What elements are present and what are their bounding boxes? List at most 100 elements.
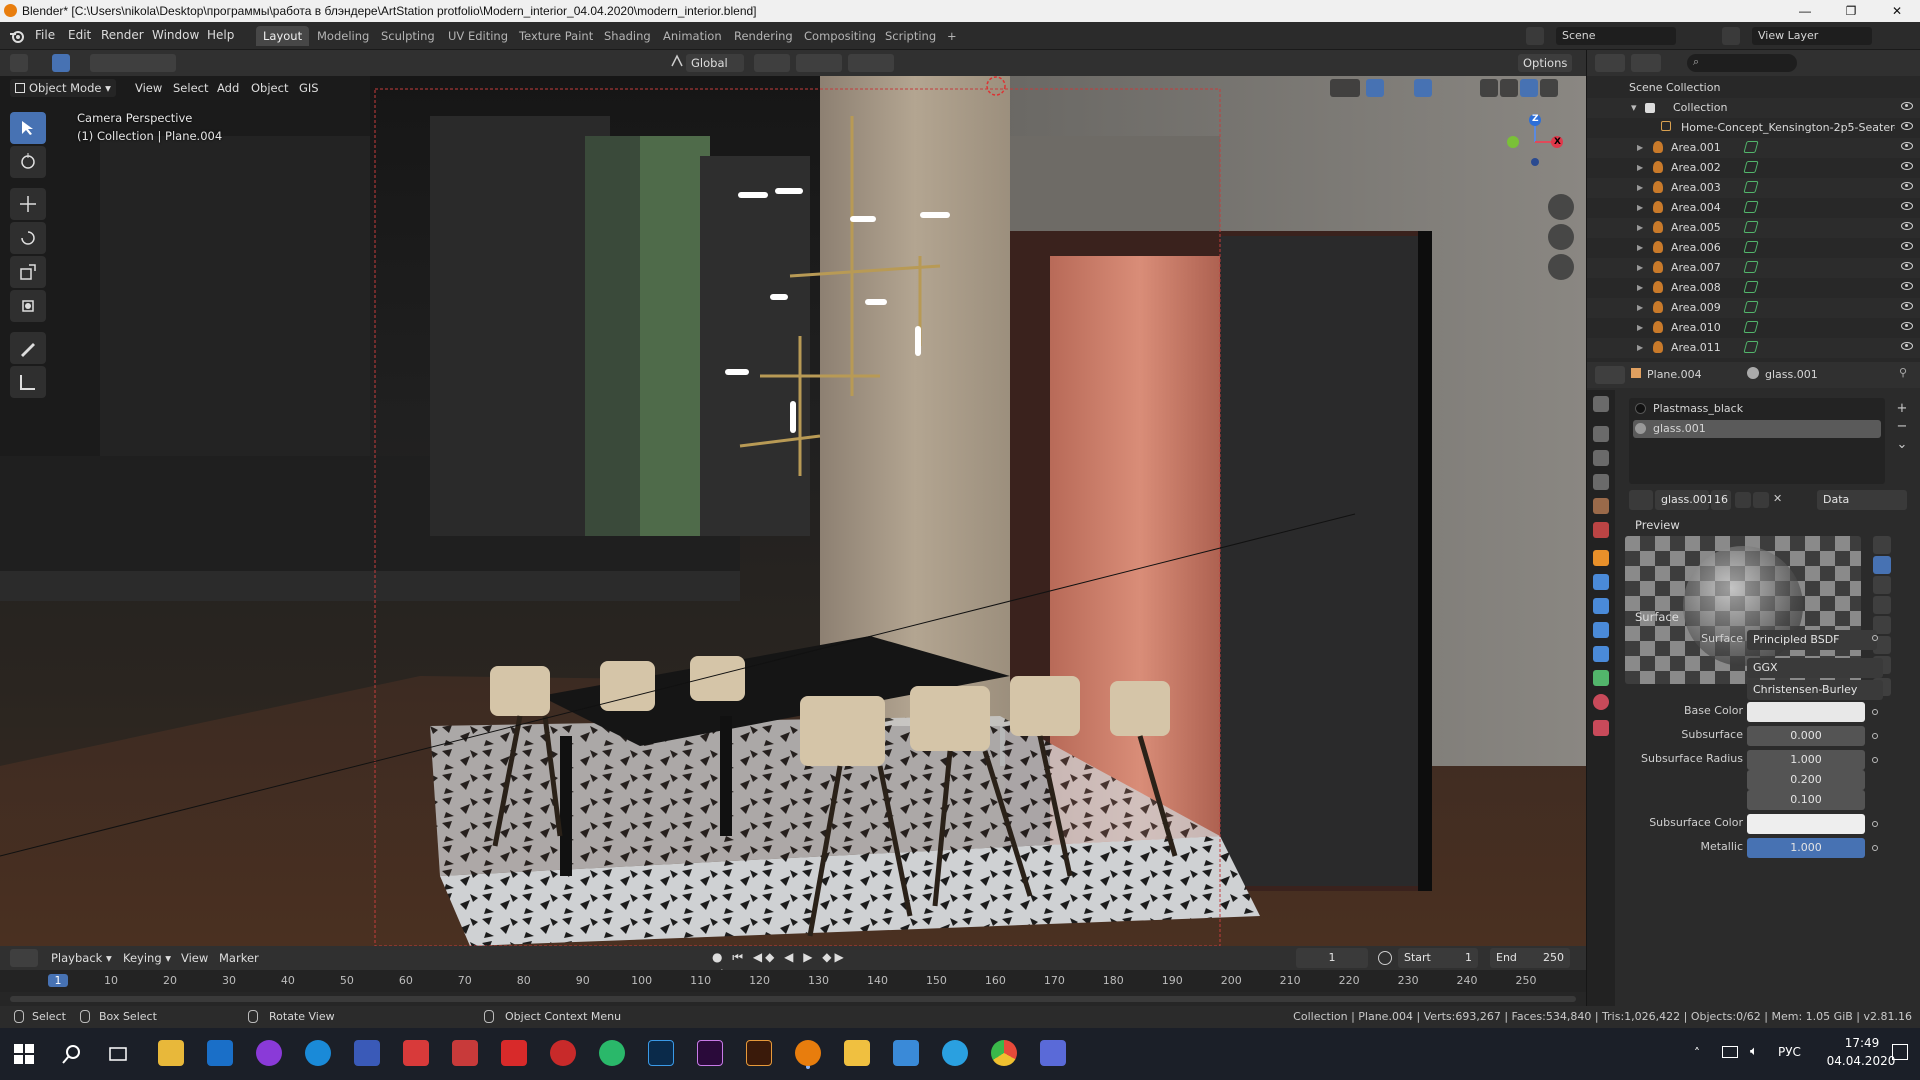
snapping-toggle[interactable] <box>796 54 842 72</box>
photoshop-icon[interactable] <box>648 1040 674 1066</box>
timeline-body[interactable] <box>0 992 1586 1006</box>
expand-arrow-icon[interactable]: ▶ <box>1637 203 1643 212</box>
metallic-slider[interactable]: 1.000 <box>1747 838 1865 858</box>
menu-edit[interactable]: Edit <box>68 28 91 42</box>
eye-icon[interactable] <box>1901 122 1913 130</box>
eye-icon[interactable] <box>1901 282 1913 290</box>
cube-preview-icon[interactable] <box>1873 576 1891 594</box>
gizmo-toggle[interactable] <box>1366 79 1384 97</box>
slot-add-remove-buttons[interactable]: + − ⌄ <box>1893 400 1911 454</box>
output-tab[interactable] <box>1593 450 1609 466</box>
eye-icon[interactable] <box>1901 162 1913 170</box>
subsurface-color-swatch[interactable] <box>1747 814 1865 834</box>
expand-arrow-icon[interactable]: ▶ <box>1637 243 1643 252</box>
view-layer-field[interactable]: View Layer <box>1752 27 1872 45</box>
app-green-icon[interactable] <box>599 1040 625 1066</box>
tab-uv-editing[interactable]: UV Editing <box>441 26 515 46</box>
tab-sculpting[interactable]: Sculpting <box>374 26 442 46</box>
preview-panel-header[interactable]: Preview <box>1635 518 1680 532</box>
proportional-edit-toggle[interactable] <box>848 54 894 72</box>
annotate-tool[interactable] <box>10 332 46 364</box>
volume-icon[interactable]: 🔈︎ <box>1750 1044 1758 1059</box>
base-color-swatch[interactable] <box>1747 702 1865 722</box>
collection-row[interactable]: ▾ Collection <box>1587 98 1920 118</box>
world-tab[interactable] <box>1593 522 1609 538</box>
eye-icon[interactable] <box>1901 142 1913 150</box>
subsurface-radius-y[interactable]: 0.200 <box>1747 770 1865 790</box>
eye-icon[interactable] <box>1901 302 1913 310</box>
transform-tool[interactable] <box>10 290 46 322</box>
socket-icon[interactable] <box>1872 635 1878 641</box>
visibility-dropdown[interactable] <box>1330 79 1360 97</box>
eye-icon[interactable] <box>1901 202 1913 210</box>
end-frame-field[interactable]: End 250 <box>1490 948 1570 968</box>
scene-icon[interactable] <box>1526 27 1544 45</box>
mode-dropdown[interactable]: Object Mode ▾ <box>10 79 116 97</box>
subsurface-radius-z[interactable]: 0.100 <box>1747 790 1865 810</box>
surface-shader-dropdown[interactable]: Principled BSDF <box>1747 630 1877 650</box>
mail-icon[interactable] <box>207 1040 233 1066</box>
fake-user-icon[interactable] <box>1735 492 1751 508</box>
material-tab[interactable] <box>1593 694 1609 710</box>
surface-panel-header[interactable]: Surface <box>1635 610 1679 624</box>
expand-arrow-icon[interactable]: ▶ <box>1637 263 1643 272</box>
clock-time[interactable]: 17:49 <box>1832 1036 1892 1050</box>
distribution-dropdown[interactable]: GGX <box>1747 658 1883 678</box>
menu-select[interactable]: Select <box>168 79 213 97</box>
expand-arrow-icon[interactable]: ▶ <box>1637 343 1643 352</box>
notifications-icon[interactable] <box>1892 1044 1908 1060</box>
flat-preview-icon[interactable] <box>1873 536 1891 554</box>
texture-tab[interactable] <box>1593 720 1609 736</box>
eye-icon[interactable] <box>1901 342 1913 350</box>
wireframe-shading-button[interactable] <box>1480 79 1498 97</box>
socket-icon[interactable] <box>1872 709 1878 715</box>
view-layer-icon[interactable] <box>1722 27 1740 45</box>
copy-icon[interactable] <box>1753 492 1769 508</box>
outliner-item[interactable]: ▶ Area.009 <box>1587 298 1920 318</box>
link-dropdown[interactable]: Data <box>1817 490 1907 510</box>
move-tool[interactable] <box>10 188 46 220</box>
socket-icon[interactable] <box>1872 845 1878 851</box>
expand-arrow-icon[interactable]: ▶ <box>1637 283 1643 292</box>
menu-window[interactable]: Window <box>152 28 199 42</box>
eye-icon[interactable] <box>1901 102 1913 110</box>
menu-file[interactable]: File <box>35 28 55 42</box>
chrome-icon[interactable] <box>991 1040 1017 1066</box>
outliner-item[interactable]: ▶ Area.003 <box>1587 178 1920 198</box>
checkbox-icon[interactable] <box>1645 103 1655 113</box>
material-users-count[interactable]: 16 <box>1711 490 1731 510</box>
options-dropdown[interactable]: Options <box>1518 54 1573 72</box>
premiere-icon[interactable] <box>697 1040 723 1066</box>
clock-date[interactable]: 04.04.2020 <box>1826 1054 1896 1068</box>
select-mode-icon[interactable] <box>52 54 70 72</box>
menu-object[interactable]: Object <box>246 79 293 97</box>
minimize-button[interactable]: — <box>1782 0 1828 22</box>
outliner-item[interactable]: ▶ Area.005 <box>1587 218 1920 238</box>
tab-texture-paint[interactable]: Texture Paint <box>512 26 600 46</box>
outliner-item[interactable]: ▶ Area.007 <box>1587 258 1920 278</box>
expand-arrow-icon[interactable]: ▶ <box>1637 323 1643 332</box>
socket-icon[interactable] <box>1872 757 1878 763</box>
3d-viewport[interactable]: Object Mode ▾ View Select Add Object GIS… <box>0 76 1586 946</box>
material-slot-active[interactable]: glass.001 <box>1633 420 1881 438</box>
expand-arrow-icon[interactable]: ▶ <box>1637 303 1643 312</box>
measure-tool[interactable] <box>10 366 46 398</box>
edge-browser-icon[interactable] <box>305 1040 331 1066</box>
search-icon[interactable] <box>62 1044 82 1064</box>
start-frame-field[interactable]: Start 1 <box>1398 948 1478 968</box>
pin-icon[interactable]: ⚲ <box>1899 366 1907 379</box>
outliner-item[interactable]: ▶ Area.011 <box>1587 338 1920 358</box>
browse-material-button[interactable] <box>1629 490 1653 510</box>
language-indicator[interactable]: РУС <box>1778 1045 1801 1059</box>
pan-hand-icon[interactable] <box>1548 224 1574 250</box>
blender-menu-icon[interactable] <box>8 28 26 44</box>
app-red2-icon[interactable] <box>452 1040 478 1066</box>
timeline-scrollbar[interactable] <box>10 996 1576 1002</box>
discord-icon[interactable] <box>1040 1040 1066 1066</box>
app-m-icon[interactable] <box>844 1040 870 1066</box>
eye-icon[interactable] <box>1901 262 1913 270</box>
selection-mode-buttons[interactable] <box>90 54 176 72</box>
scale-tool[interactable] <box>10 256 46 288</box>
outliner-search-input[interactable]: ⌕ <box>1687 54 1797 72</box>
hair-preview-icon[interactable] <box>1873 596 1891 614</box>
